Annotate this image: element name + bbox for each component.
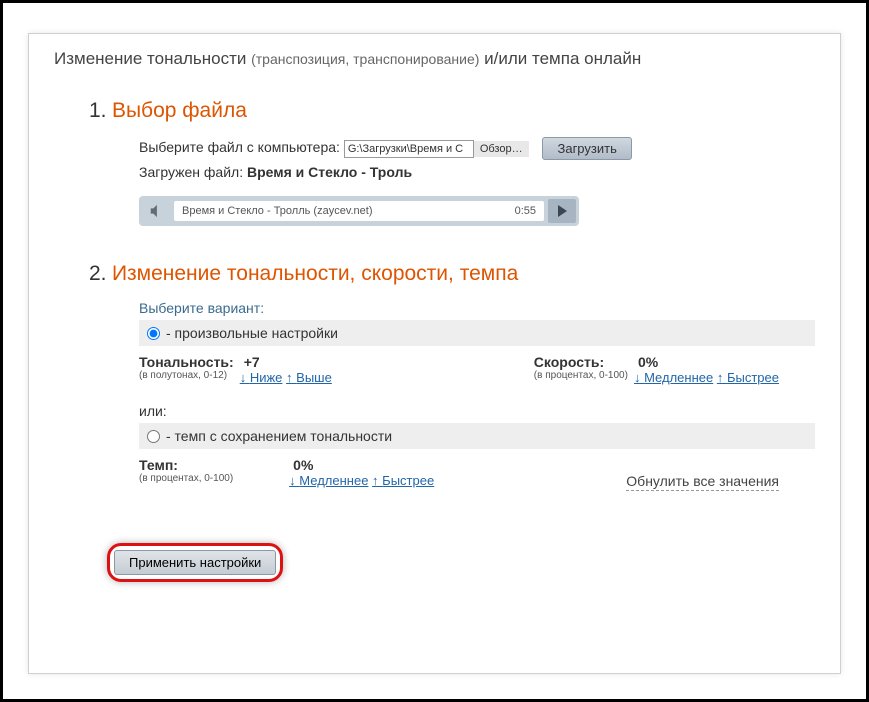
apply-button[interactable]: Применить настройки — [114, 550, 276, 575]
speed-label: Скорость: — [534, 354, 604, 370]
speed-value: 0% — [638, 354, 779, 370]
choose-variant-label: Выберите вариант: — [139, 300, 815, 316]
upload-button[interactable]: Загрузить — [542, 137, 631, 160]
speed-block: Скорость: (в процентах, 0-100) 0% ↓ Медл… — [534, 354, 779, 385]
title-sub: (транспозиция, транспонирование) — [251, 51, 479, 67]
section2-heading: 2. Изменение тональности, скорости, темп… — [89, 262, 815, 286]
tempo-hint: (в процентах, 0-100) — [139, 473, 233, 484]
radio-tempo-label: - темп с сохранением тональности — [166, 428, 392, 444]
player-track[interactable]: Время и Стекло - Тролль (zaycev.net) 0:5… — [174, 201, 544, 221]
speaker-icon[interactable] — [142, 199, 170, 223]
radio-tempo[interactable] — [147, 430, 160, 443]
browse-button[interactable]: Обзор… — [474, 141, 529, 157]
speed-hint: (в процентах, 0-100) — [534, 370, 628, 381]
loaded-row: Загружен файл: Время и Стекло - Троль — [139, 164, 815, 180]
tone-lower-link[interactable]: ↓ Ниже — [240, 370, 283, 385]
section2-title: Изменение тональности, скорости, темпа — [112, 262, 518, 285]
section1-title: Выбор файла — [112, 99, 247, 122]
section1-heading: 1. Выбор файла — [89, 99, 815, 123]
apply-highlight: Применить настройки — [107, 543, 283, 582]
speed-faster-link[interactable]: ↑ Быстрее — [717, 370, 779, 385]
file-path-input[interactable]: G:\Загрузки\Время и С — [344, 140, 474, 158]
reset-block: Обнулить все значения — [626, 457, 779, 489]
reset-link[interactable]: Обнулить все значения — [626, 473, 779, 491]
tempo-value: 0% — [293, 457, 434, 473]
radio-custom-label: - произвольные настройки — [166, 325, 338, 341]
or-label: или: — [139, 403, 815, 419]
file-select-row: Выберите файл с компьютера: G:\Загрузки\… — [139, 137, 815, 160]
speed-slower-link[interactable]: ↓ Медленнее — [634, 370, 713, 385]
radio-custom[interactable] — [147, 327, 160, 340]
loaded-label: Загружен файл: — [139, 164, 243, 180]
section2-number: 2. — [89, 262, 107, 285]
choose-file-label: Выберите файл с компьютера: — [139, 139, 340, 155]
title-main: Изменение тональности — [54, 49, 246, 68]
tempo-faster-link[interactable]: ↑ Быстрее — [372, 473, 434, 488]
title-tail: и/или темпа онлайн — [484, 49, 641, 68]
player-time: 0:55 — [515, 205, 536, 217]
tone-higher-link[interactable]: ↑ Выше — [286, 370, 332, 385]
loaded-file-name: Время и Стекло - Троль — [247, 164, 412, 180]
play-icon — [558, 205, 567, 217]
player-track-title: Время и Стекло - Тролль (zaycev.net) — [182, 205, 373, 217]
radio-row-tempo[interactable]: - темп с сохранением тональности — [139, 423, 815, 449]
audio-player: Время и Стекло - Тролль (zaycev.net) 0:5… — [139, 196, 579, 226]
section1-number: 1. — [89, 99, 107, 122]
tone-hint: (в полутонах, 0-12) — [139, 370, 234, 381]
radio-row-custom[interactable]: - произвольные настройки — [139, 320, 815, 346]
tempo-slower-link[interactable]: ↓ Медленнее — [289, 473, 368, 488]
tempo-block: Темп: (в процентах, 0-100) 0% ↓ Медленне… — [139, 457, 434, 489]
tone-value: +7 — [244, 354, 332, 370]
tempo-label: Темп: — [139, 457, 178, 473]
tone-label: Тональность: — [139, 354, 234, 370]
tone-block: Тональность: (в полутонах, 0-12) +7 ↓ Ни… — [139, 354, 332, 385]
play-button[interactable] — [548, 199, 576, 223]
page-title: Изменение тональности (транспозиция, тра… — [54, 49, 815, 69]
